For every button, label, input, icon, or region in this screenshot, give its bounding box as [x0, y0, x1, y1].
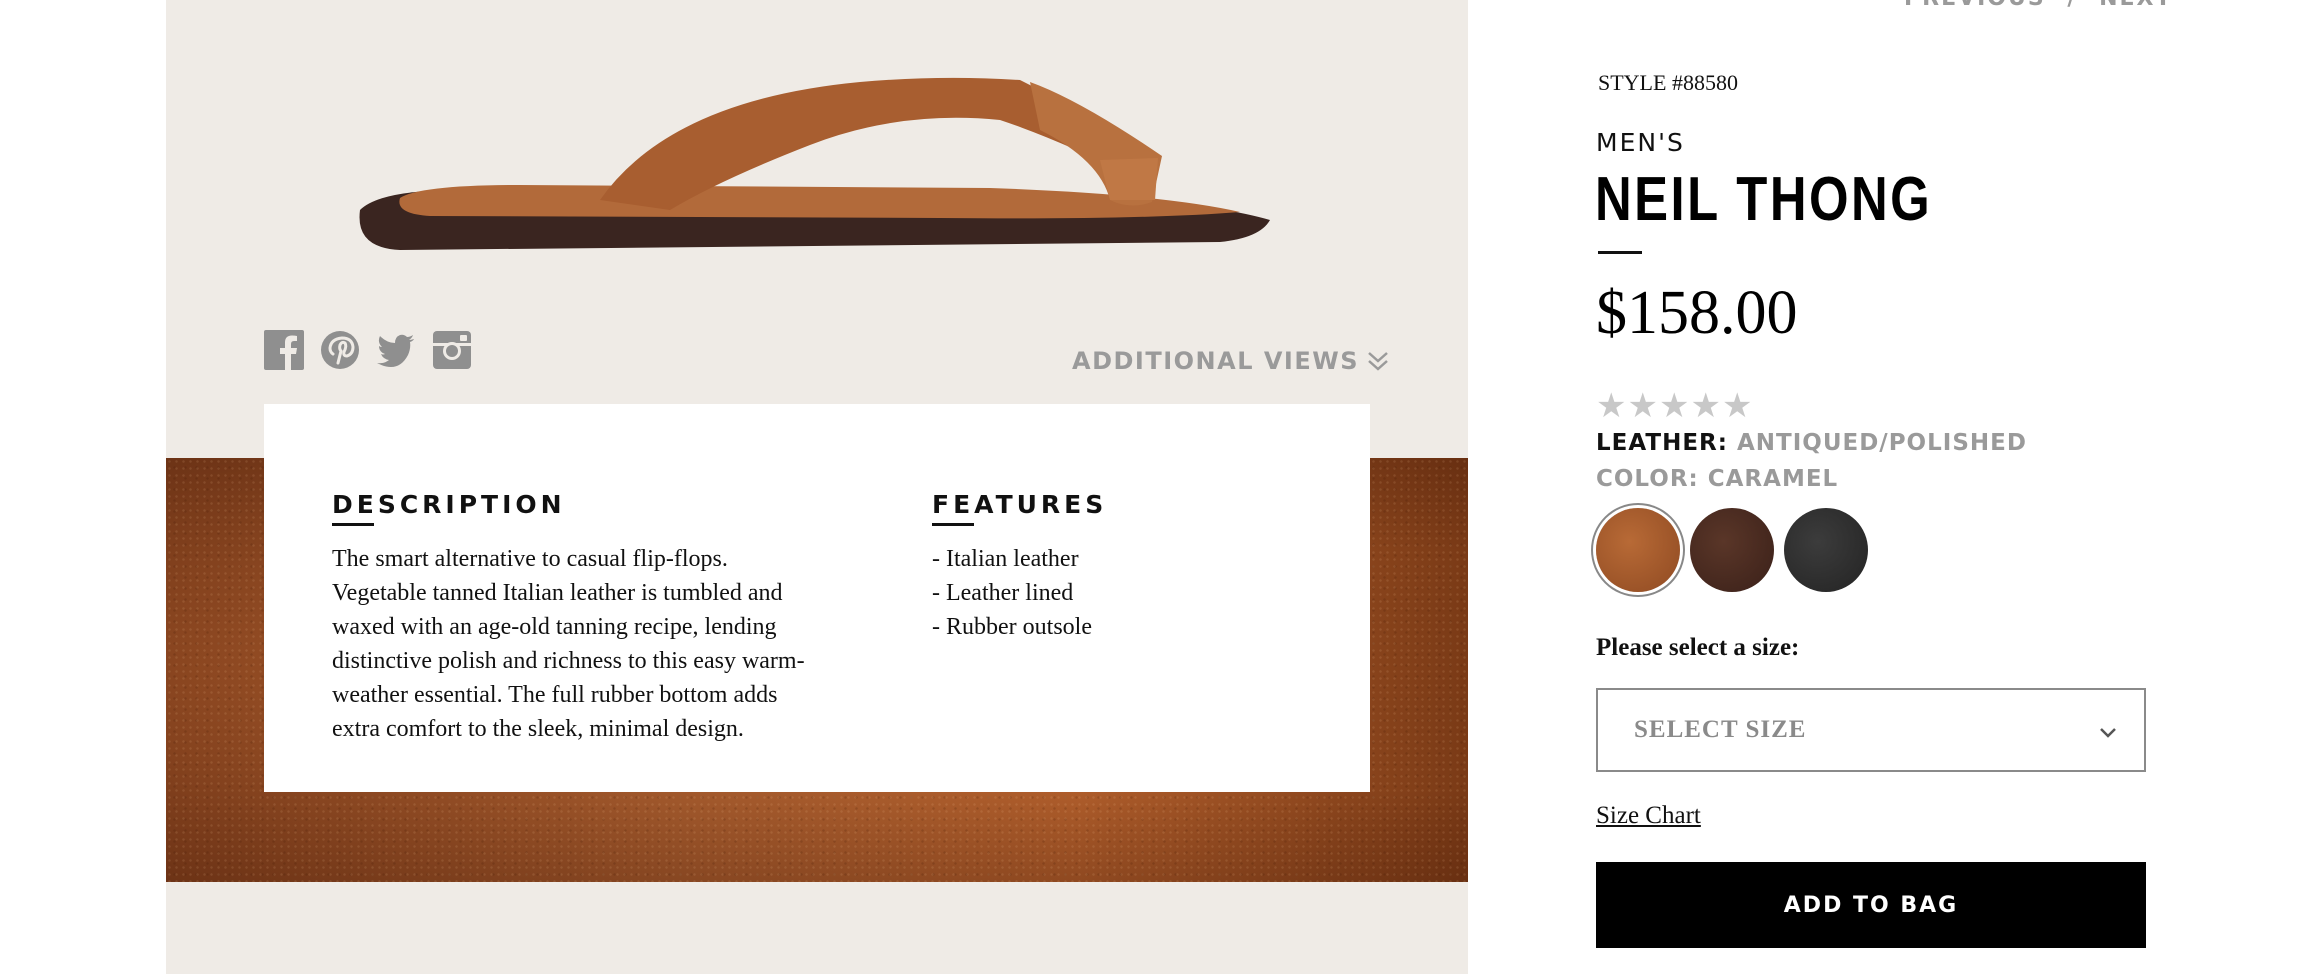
- style-number: STYLE #88580: [1598, 70, 1738, 95]
- size-chart-link[interactable]: Size Chart: [1596, 802, 1701, 830]
- description-line: waxed with an age-old tanning recipe, le…: [332, 614, 777, 640]
- previous-link[interactable]: PREVIOUS: [1904, 0, 2046, 11]
- color-attribute: COLOR: CARAMEL: [1596, 466, 1838, 492]
- chevron-down-icon: [2100, 728, 2116, 738]
- star-rating[interactable]: ★ ★ ★ ★ ★: [1596, 390, 1752, 424]
- features-rule: [932, 523, 974, 526]
- description-rule: [332, 523, 374, 526]
- facebook-icon[interactable]: [264, 330, 304, 370]
- pager-separator: /: [2067, 0, 2077, 11]
- feature-item: - Rubber outsole: [932, 614, 1092, 640]
- product-pager: PREVIOUS / NEXT: [1904, 0, 2173, 11]
- swatch-dark-brown[interactable]: [1690, 508, 1774, 592]
- additional-views-label: ADDITIONAL VIEWS: [1072, 347, 1360, 375]
- leather-label: LEATHER:: [1596, 430, 1728, 456]
- product-price: $158.00: [1596, 279, 1798, 347]
- description-line: extra comfort to the sleek, minimal desi…: [332, 716, 744, 742]
- size-label: Please select a size:: [1596, 634, 1800, 661]
- description-line: The smart alternative to casual flip-flo…: [332, 546, 728, 572]
- swatch-caramel[interactable]: [1596, 508, 1680, 592]
- title-rule: [1598, 251, 1642, 254]
- next-link[interactable]: NEXT: [2099, 0, 2172, 11]
- social-share-bar: [264, 330, 472, 374]
- sandal-toe-post: [1100, 158, 1158, 200]
- additional-views-toggle[interactable]: ADDITIONAL VIEWS: [1072, 346, 1389, 376]
- leather-value: ANTIQUED/POLISHED: [1736, 430, 2027, 456]
- description-heading: DESCRIPTION: [332, 490, 566, 519]
- description-card: DESCRIPTION The smart alternative to cas…: [264, 404, 1370, 792]
- add-to-bag-button[interactable]: ADD TO BAG: [1596, 862, 2146, 948]
- features-list: - Italian leather - Leather lined - Rubb…: [932, 542, 1092, 644]
- twitter-icon[interactable]: [376, 330, 416, 370]
- size-select-value: SELECT SIZE: [1634, 716, 1807, 743]
- color-label: COLOR:: [1596, 466, 1699, 492]
- star-icon: ★: [1721, 388, 1753, 425]
- size-select[interactable]: SELECT SIZE: [1596, 688, 2146, 772]
- pinterest-icon[interactable]: [320, 330, 360, 370]
- product-image: [359, 77, 1270, 250]
- feature-item: - Leather lined: [932, 580, 1074, 606]
- description-line: weather essential. The full rubber botto…: [332, 682, 778, 708]
- instagram-icon[interactable]: [432, 330, 472, 370]
- star-icon: ★: [1690, 388, 1721, 425]
- feature-item: - Italian leather: [932, 546, 1079, 572]
- double-chevron-down-icon: [1368, 352, 1388, 371]
- star-icon: ★: [1596, 388, 1627, 425]
- star-icon: ★: [1658, 388, 1690, 425]
- star-icon: ★: [1627, 388, 1658, 425]
- swatch-black[interactable]: [1784, 508, 1868, 592]
- description-line: Vegetable tanned Italian leather is tumb…: [332, 580, 783, 606]
- color-swatches: [1596, 508, 1868, 592]
- product-title: NEIL THONG: [1595, 165, 1933, 234]
- description-line: distinctive polish and richness to this …: [332, 648, 805, 674]
- description-text: The smart alternative to casual flip-flo…: [332, 542, 805, 746]
- features-heading: FEATURES: [932, 490, 1108, 519]
- product-gender: MEN'S: [1596, 128, 1685, 157]
- leather-attribute: LEATHER: ANTIQUED/POLISHED: [1596, 430, 2027, 456]
- color-value: CARAMEL: [1707, 466, 1839, 492]
